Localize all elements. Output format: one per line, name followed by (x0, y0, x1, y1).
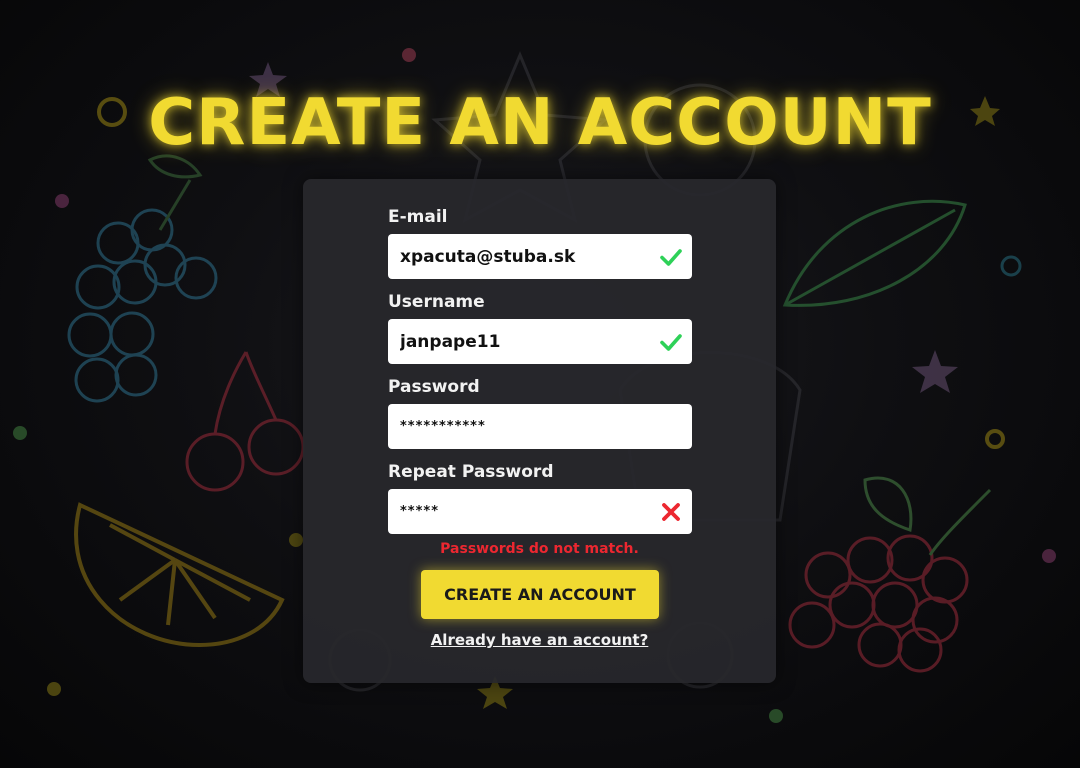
email-label: E-mail (388, 207, 448, 227)
email-field-container (388, 234, 692, 279)
repeat-password-field-container (388, 489, 692, 534)
x-icon (662, 503, 680, 521)
berries-decoration (788, 476, 992, 673)
password-label: Password (388, 377, 480, 397)
page-title: CREATE AN ACCOUNT (148, 86, 932, 160)
leaf-decoration (782, 199, 967, 307)
username-field-container (388, 319, 692, 364)
password-mismatch-error: Passwords do not match. (440, 541, 639, 557)
login-link[interactable]: Already have an account? (303, 631, 776, 649)
check-icon (660, 249, 682, 266)
check-icon (660, 334, 682, 351)
password-field-container (388, 404, 692, 449)
page-background: CREATE AN ACCOUNT E-mail Username Passwo… (0, 0, 1080, 768)
repeat-password-label: Repeat Password (388, 462, 554, 482)
email-input[interactable] (388, 234, 648, 279)
cherries-decoration (185, 351, 305, 492)
lemon-slice-decoration (74, 502, 285, 647)
username-input[interactable] (388, 319, 648, 364)
signup-form-card: E-mail Username Password Repeat Password (303, 179, 776, 683)
password-input[interactable] (388, 404, 648, 449)
repeat-password-input[interactable] (388, 489, 648, 534)
username-label: Username (388, 292, 485, 312)
create-account-button[interactable]: CREATE AN ACCOUNT (421, 570, 659, 619)
grapes-decoration (67, 154, 218, 403)
